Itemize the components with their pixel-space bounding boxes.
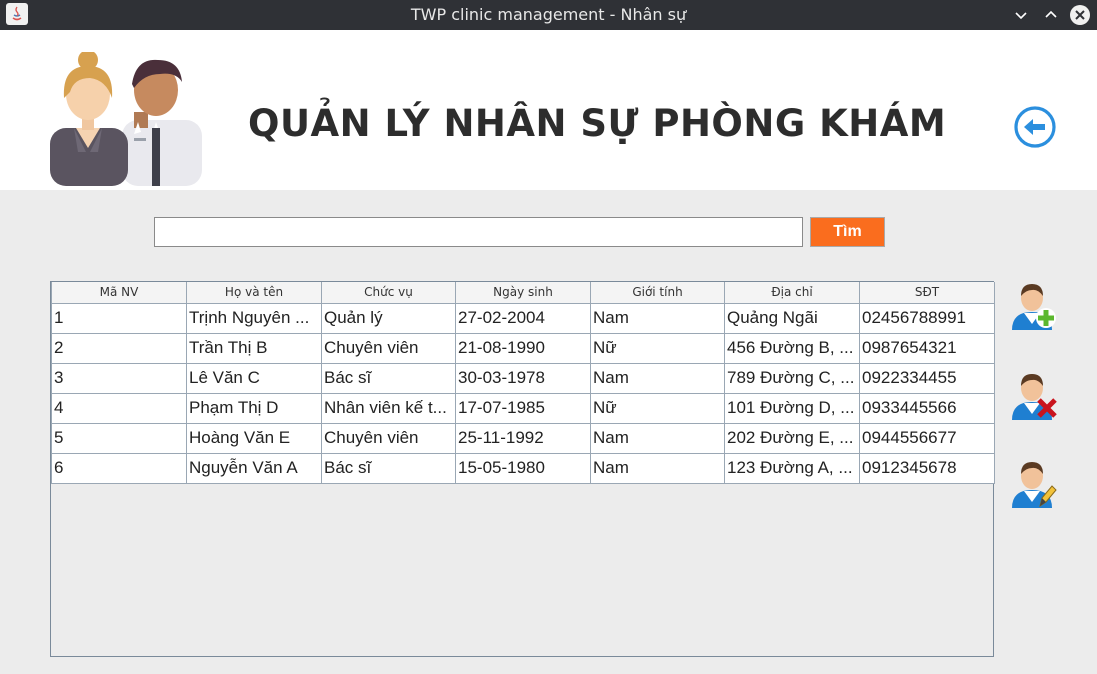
table-cell[interactable]: 0922334455 xyxy=(859,362,995,394)
column-header-chuc-vu[interactable]: Chức vụ xyxy=(321,282,456,304)
table-row[interactable]: 1 Trịnh Nguyên ... Quản lý 27-02-2004 Na… xyxy=(51,302,995,334)
table-header-row: Mã NV Họ và tên Chức vụ Ngày sinh Giới t… xyxy=(51,282,995,304)
table-cell[interactable]: 0912345678 xyxy=(859,452,995,484)
window-titlebar: TWP clinic management - Nhân sự xyxy=(0,0,1097,30)
table-cell[interactable]: Hoàng Văn E xyxy=(186,422,322,454)
back-arrow-icon xyxy=(1014,106,1056,148)
table-cell[interactable]: 123 Đường A, ... xyxy=(724,452,860,484)
table-cell[interactable]: 202 Đường E, ... xyxy=(724,422,860,454)
table-cell[interactable]: Nam xyxy=(590,362,725,394)
search-button[interactable]: Tìm xyxy=(810,217,885,247)
table-cell[interactable]: Bác sĩ xyxy=(321,362,456,394)
table-cell[interactable]: Nguyễn Văn A xyxy=(186,452,322,484)
table-cell[interactable]: 4 xyxy=(51,392,187,424)
edit-user-button[interactable] xyxy=(1008,458,1058,510)
add-user-button[interactable] xyxy=(1008,280,1058,332)
close-icon xyxy=(1070,5,1090,25)
table-cell[interactable]: Quản lý xyxy=(321,302,456,334)
minimize-button[interactable] xyxy=(1010,4,1032,26)
staff-table-container[interactable]: Mã NV Họ và tên Chức vụ Ngày sinh Giới t… xyxy=(50,281,995,657)
page-header: QUẢN LÝ NHÂN SỰ PHÒNG KHÁM xyxy=(0,30,1097,190)
table-cell[interactable]: Nữ xyxy=(590,392,725,424)
table-cell[interactable]: 02456788991 xyxy=(859,302,995,334)
table-cell[interactable]: 25-11-1992 xyxy=(455,422,591,454)
user-edit-icon xyxy=(1012,462,1057,508)
table-row[interactable]: 2 Trần Thị B Chuyên viên 21-08-1990 Nữ 4… xyxy=(51,332,995,364)
maximize-button[interactable] xyxy=(1040,4,1062,26)
table-cell[interactable]: 0944556677 xyxy=(859,422,995,454)
table-cell[interactable]: 1 xyxy=(51,302,187,334)
table-row[interactable]: 6 Nguyễn Văn A Bác sĩ 15-05-1980 Nam 123… xyxy=(51,452,995,484)
table-cell[interactable]: Quảng Ngãi xyxy=(724,302,860,334)
staff-table: Mã NV Họ và tên Chức vụ Ngày sinh Giới t… xyxy=(51,282,995,484)
table-cell[interactable]: 15-05-1980 xyxy=(455,452,591,484)
table-cell[interactable]: 789 Đường C, ... xyxy=(724,362,860,394)
table-row[interactable]: 5 Hoàng Văn E Chuyên viên 25-11-1992 Nam… xyxy=(51,422,995,454)
page-title: QUẢN LÝ NHÂN SỰ PHÒNG KHÁM xyxy=(248,102,947,145)
user-delete-icon xyxy=(1012,374,1057,420)
table-cell[interactable]: Nam xyxy=(590,302,725,334)
table-cell[interactable]: 5 xyxy=(51,422,187,454)
back-button[interactable] xyxy=(1012,104,1058,150)
close-button[interactable] xyxy=(1069,4,1091,26)
table-cell[interactable]: Lê Văn C xyxy=(186,362,322,394)
table-cell[interactable]: Phạm Thị D xyxy=(186,392,322,424)
table-row[interactable]: 3 Lê Văn C Bác sĩ 30-03-1978 Nam 789 Đườ… xyxy=(51,362,995,394)
table-cell[interactable]: 0933445566 xyxy=(859,392,995,424)
table-cell[interactable]: 17-07-1985 xyxy=(455,392,591,424)
column-header-gioi-tinh[interactable]: Giới tính xyxy=(590,282,725,304)
table-cell[interactable]: 456 Đường B, ... xyxy=(724,332,860,364)
table-cell[interactable]: 6 xyxy=(51,452,187,484)
table-cell[interactable]: 3 xyxy=(51,362,187,394)
table-cell[interactable]: 0987654321 xyxy=(859,332,995,364)
chevron-down-icon xyxy=(1015,12,1027,20)
table-cell[interactable]: Chuyên viên xyxy=(321,422,456,454)
table-cell[interactable]: 27-02-2004 xyxy=(455,302,591,334)
table-cell[interactable]: 2 xyxy=(51,332,187,364)
table-cell[interactable]: Nam xyxy=(590,452,725,484)
user-add-icon xyxy=(1012,284,1056,330)
table-cell[interactable]: Trịnh Nguyên ... xyxy=(186,302,322,334)
table-cell[interactable]: Nữ xyxy=(590,332,725,364)
table-cell[interactable]: Trần Thị B xyxy=(186,332,322,364)
column-header-ho-ten[interactable]: Họ và tên xyxy=(186,282,322,304)
delete-user-button[interactable] xyxy=(1008,370,1058,422)
table-cell[interactable]: Chuyên viên xyxy=(321,332,456,364)
table-cell[interactable]: 30-03-1978 xyxy=(455,362,591,394)
table-cell[interactable]: 21-08-1990 xyxy=(455,332,591,364)
table-row[interactable]: 4 Phạm Thị D Nhân viên kế t... 17-07-198… xyxy=(51,392,995,424)
table-cell[interactable]: 101 Đường D, ... xyxy=(724,392,860,424)
column-header-ma-nv[interactable]: Mã NV xyxy=(51,282,187,304)
table-cell[interactable]: Nhân viên kế t... xyxy=(321,392,456,424)
table-cell[interactable]: Nam xyxy=(590,422,725,454)
staff-people-icon xyxy=(50,52,202,186)
search-input[interactable] xyxy=(154,217,803,247)
column-header-dia-chi[interactable]: Địa chỉ xyxy=(724,282,860,304)
table-cell[interactable]: Bác sĩ xyxy=(321,452,456,484)
column-header-ngay-sinh[interactable]: Ngày sinh xyxy=(455,282,591,304)
chevron-up-icon xyxy=(1045,10,1057,18)
column-header-sdt[interactable]: SĐT xyxy=(859,282,995,304)
window-title: TWP clinic management - Nhân sự xyxy=(410,5,687,24)
